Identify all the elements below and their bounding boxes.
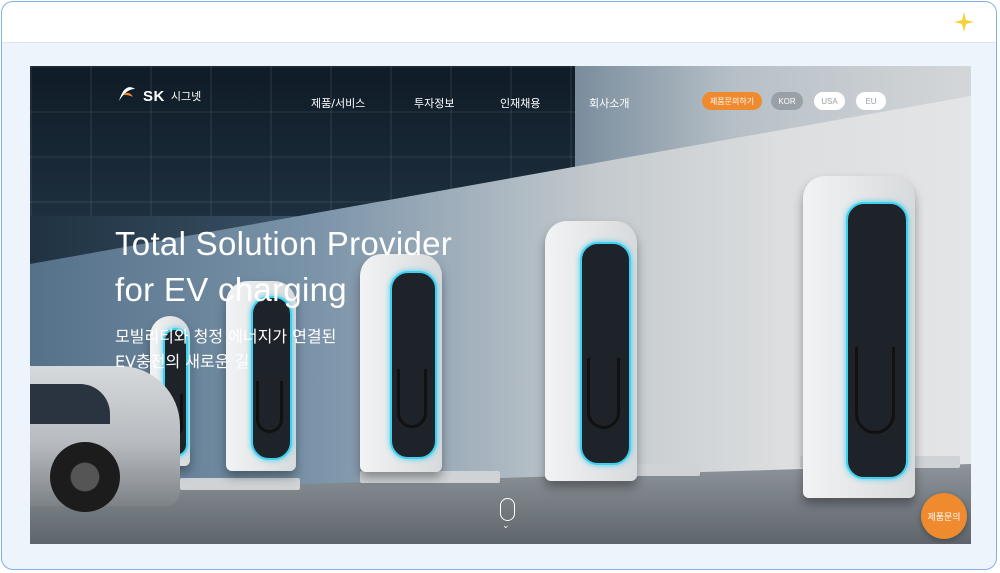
logo-name-text: 시그넷	[170, 90, 202, 103]
sk-logo-icon	[119, 87, 135, 101]
hero-title: Total Solution Provider for EV charging	[115, 221, 452, 313]
menu-item-company[interactable]: 회사소개	[589, 95, 629, 111]
chevron-down-icon[interactable]: ⌄	[502, 521, 510, 531]
floating-inquiry-button[interactable]: 제품문의	[921, 493, 967, 539]
ev-charger	[803, 176, 915, 498]
site-logo[interactable]: SK 시그넷	[115, 81, 201, 105]
hero-subtitle-line1: 모빌리티와 청정 에너지가 연결된	[115, 327, 337, 346]
curb	[180, 478, 300, 490]
language-eu-button[interactable]: EU	[856, 92, 886, 110]
logo-sk-text: SK	[143, 88, 165, 105]
menu-item-investor[interactable]: 투자정보	[414, 95, 454, 111]
menu-item-products[interactable]: 제품/서비스	[311, 95, 365, 111]
hero-title-line1: Total Solution Provider	[115, 225, 453, 262]
scroll-mouse-icon[interactable]	[500, 498, 515, 521]
hero-subtitle: 모빌리티와 청정 에너지가 연결된 EV충전의 새로운 길	[115, 324, 336, 374]
hero-title-line2: for EV charging	[115, 271, 347, 308]
frame-top-bar	[2, 2, 996, 43]
website-screen: SK 시그넷 제품/서비스 투자정보 인재채용 회사소개 제품문의하기 KOR …	[30, 66, 971, 544]
curb	[360, 471, 500, 483]
electric-car	[30, 366, 180, 512]
product-inquiry-button[interactable]: 제품문의하기	[702, 92, 762, 110]
hero-subtitle-line2: EV충전의 새로운 길	[115, 352, 250, 371]
site-header: SK 시그넷 제품/서비스 투자정보 인재채용 회사소개 제품문의하기 KOR …	[30, 66, 971, 136]
ev-charger	[545, 221, 637, 481]
language-kor-button[interactable]: KOR	[771, 92, 803, 110]
sparkle-icon[interactable]	[954, 12, 974, 32]
language-usa-button[interactable]: USA	[814, 92, 845, 110]
menu-item-careers[interactable]: 인재채용	[500, 95, 540, 111]
